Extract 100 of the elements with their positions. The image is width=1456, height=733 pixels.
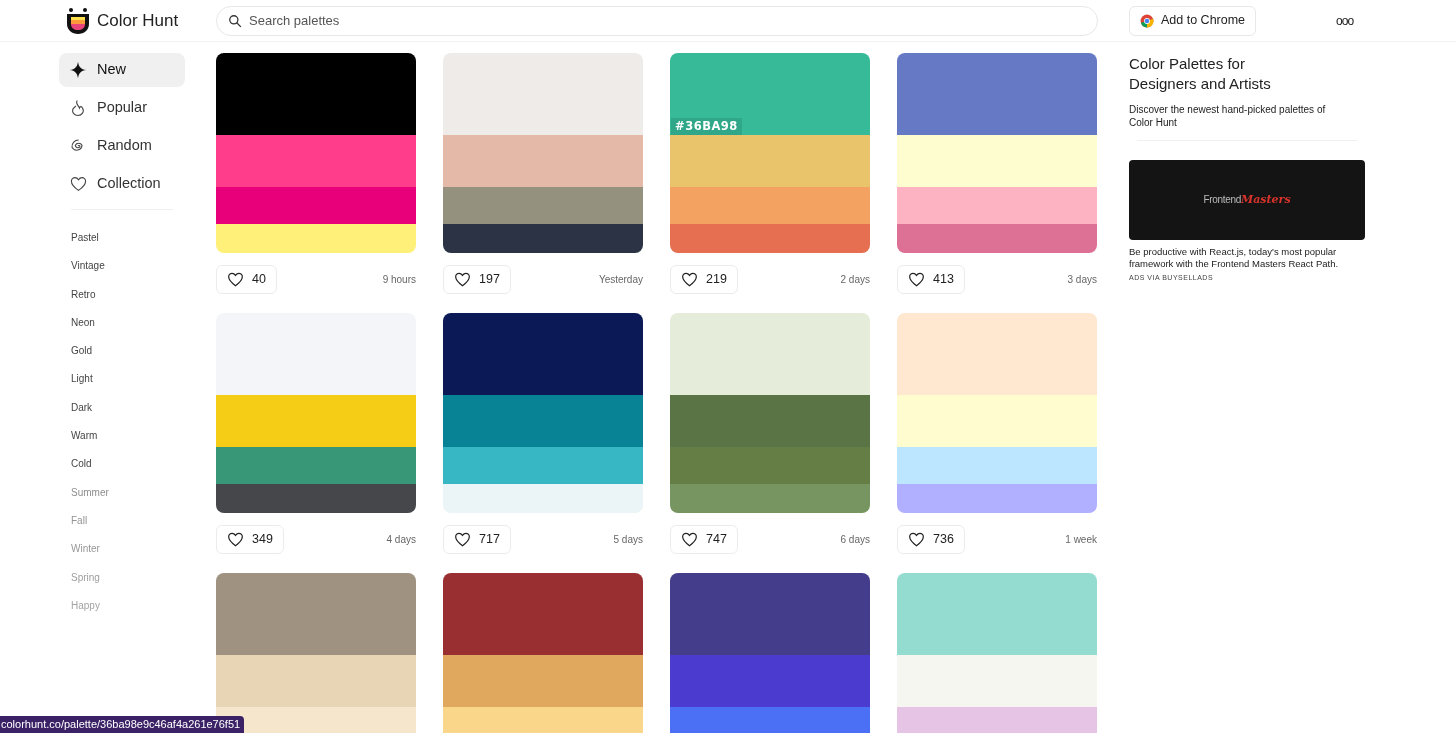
search-field[interactable]: Search palettes — [216, 5, 1098, 36]
like-button[interactable]: 219 — [670, 265, 738, 294]
color-stripe[interactable] — [443, 313, 643, 395]
color-stripe[interactable] — [443, 224, 643, 253]
time-label: Yesterday — [598, 273, 643, 287]
color-stripe[interactable] — [443, 447, 643, 484]
color-stripe[interactable] — [670, 313, 870, 395]
heart-icon — [681, 532, 698, 547]
palette-card[interactable] — [216, 313, 416, 513]
color-stripe[interactable] — [443, 573, 643, 655]
tag-link[interactable]: Dark — [71, 393, 185, 423]
more-button[interactable]: ooo — [1336, 11, 1354, 30]
time-label: 2 days — [840, 273, 870, 287]
color-stripe[interactable] — [897, 655, 1097, 707]
search-icon — [228, 13, 242, 28]
color-stripe[interactable] — [897, 573, 1097, 655]
color-stripe[interactable] — [897, 395, 1097, 447]
color-stripe[interactable] — [216, 135, 416, 187]
tag-link[interactable]: Summer — [71, 478, 185, 507]
color-stripe[interactable] — [897, 313, 1097, 395]
spiral-icon — [70, 138, 86, 154]
ad-banner[interactable]: FrontendMasters — [1129, 160, 1365, 240]
color-stripe[interactable] — [897, 224, 1097, 253]
time-label: 1 week — [1065, 533, 1097, 547]
nav-item[interactable]: Random — [59, 129, 185, 163]
color-stripe[interactable] — [443, 53, 643, 135]
color-stripe[interactable] — [670, 224, 870, 253]
sparkle-icon — [69, 61, 87, 79]
color-stripe[interactable] — [443, 655, 643, 707]
color-stripe[interactable] — [443, 135, 643, 187]
color-stripe[interactable] — [897, 53, 1097, 135]
color-stripe[interactable] — [216, 224, 416, 253]
heart-icon — [908, 532, 925, 547]
color-stripe[interactable] — [897, 484, 1097, 513]
like-button[interactable]: 736 — [897, 525, 965, 554]
heart-icon — [227, 532, 244, 547]
tag-link[interactable]: Vintage — [71, 252, 185, 281]
tag-link[interactable]: Warm — [71, 422, 185, 451]
color-stripe[interactable] — [670, 573, 870, 655]
color-stripe[interactable] — [670, 447, 870, 484]
heart-icon — [908, 272, 925, 287]
color-stripe[interactable] — [670, 135, 870, 187]
tag-link[interactable]: Gold — [71, 337, 185, 366]
hex-label: #36BA98 — [671, 117, 742, 135]
color-stripe[interactable] — [670, 187, 870, 224]
chrome-icon — [1140, 13, 1154, 28]
color-stripe[interactable] — [897, 707, 1097, 733]
color-stripe[interactable] — [216, 187, 416, 224]
color-stripe[interactable] — [670, 395, 870, 447]
color-stripe[interactable] — [216, 655, 416, 707]
like-button[interactable]: 349 — [216, 525, 284, 554]
nav-item[interactable]: Popular — [59, 91, 185, 125]
color-stripe[interactable] — [216, 447, 416, 484]
palette-card[interactable] — [443, 313, 643, 513]
status-url: colorhunt.co/palette/36ba98e9c46af4a261e76f51 — [0, 716, 245, 733]
ad-logo: FrontendMasters — [1203, 191, 1291, 208]
nav-item[interactable]: New — [59, 53, 185, 87]
time-label: 3 days — [1067, 273, 1097, 287]
color-stripe[interactable] — [216, 53, 416, 135]
color-stripe[interactable] — [216, 484, 416, 513]
nav-item[interactable]: Collection — [59, 167, 185, 201]
color-stripe[interactable] — [897, 447, 1097, 484]
like-button[interactable]: 717 — [443, 525, 511, 554]
heart-icon — [69, 176, 87, 192]
like-button[interactable]: 413 — [897, 265, 965, 294]
color-stripe[interactable] — [670, 655, 870, 707]
palette-card[interactable] — [443, 53, 643, 253]
tag-link[interactable]: Neon — [71, 308, 185, 338]
flame-icon — [70, 99, 86, 117]
heart-icon — [227, 272, 244, 287]
heart-icon — [454, 272, 471, 287]
ad-text: Be productive with React.js, today's most popular framework with the Frontend Masters React Path. — [1129, 246, 1340, 270]
color-stripe[interactable] — [216, 313, 416, 395]
add-to-chrome-button[interactable]: Add to Chrome — [1129, 5, 1257, 36]
tag-link[interactable]: Pastel — [71, 224, 185, 253]
heart-icon — [454, 532, 471, 547]
color-stripe[interactable] — [670, 484, 870, 513]
time-label: 5 days — [613, 533, 643, 547]
color-stripe[interactable] — [216, 395, 416, 447]
aside-subtitle: Discover the newest hand-picked palettes of Color Hunt — [1129, 103, 1327, 129]
color-stripe[interactable] — [443, 395, 643, 447]
heart-icon — [681, 272, 698, 287]
color-stripe[interactable] — [670, 707, 870, 733]
color-stripe[interactable] — [897, 187, 1097, 224]
color-stripe[interactable] — [216, 573, 416, 655]
time-label: 9 hours — [382, 273, 416, 287]
tag-link[interactable]: Retro — [71, 280, 185, 309]
tag-link[interactable]: Light — [71, 365, 185, 394]
like-button[interactable]: 40 — [216, 265, 277, 294]
color-stripe[interactable] — [897, 135, 1097, 187]
palette-card[interactable] — [216, 53, 416, 253]
color-stripe[interactable] — [443, 187, 643, 224]
color-stripe[interactable] — [443, 484, 643, 513]
logo-text: Color Hunt — [97, 9, 179, 32]
time-label: 6 days — [840, 533, 870, 547]
logo-icon — [65, 6, 91, 35]
like-button[interactable]: 747 — [670, 525, 738, 554]
tag-link[interactable]: Cold — [71, 450, 185, 479]
like-button[interactable]: 197 — [443, 265, 511, 294]
color-stripe[interactable] — [443, 707, 643, 733]
